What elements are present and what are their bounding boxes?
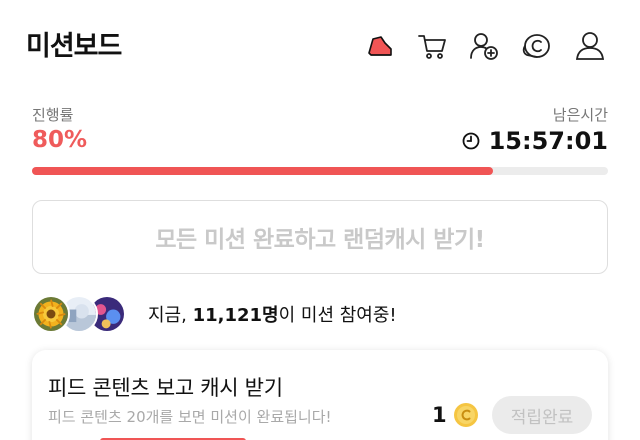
remaining-time-label: 남은시간 (552, 106, 608, 124)
coin-icon[interactable] (516, 26, 556, 66)
progress-bar (32, 167, 608, 175)
avatar (32, 295, 70, 333)
progress-value: 80% (32, 127, 88, 153)
clock-icon (462, 132, 480, 150)
participants-row: 지금, 11,121명이 미션 참여중! (32, 294, 397, 334)
reward-amount: 1 (432, 403, 447, 427)
participants-count: 11,121명 (192, 305, 279, 326)
page-title: 미션보드 (26, 31, 122, 62)
participant-avatars (32, 295, 128, 333)
remaining-time-value: 15:57:01 (488, 127, 608, 155)
mission-description: 피드 콘텐츠 20개를 보면 미션이 완료됩니다! (48, 408, 332, 426)
participants-prefix: 지금, (148, 305, 193, 326)
participants-text: 지금, 11,121명이 미션 참여중! (148, 301, 397, 327)
mission-title: 피드 콘텐츠 보고 캐시 받기 (48, 376, 283, 400)
sneaker-icon[interactable] (360, 26, 400, 66)
mission-card[interactable]: 피드 콘텐츠 보고 캐시 받기 피드 콘텐츠 20개를 보면 미션이 완료됩니다… (32, 350, 608, 440)
claim-complete-button[interactable]: 적립완료 (492, 396, 592, 434)
cash-coin-icon (453, 402, 479, 428)
remaining-time: 15:57:01 (461, 127, 608, 155)
cart-icon[interactable] (412, 26, 452, 66)
mission-reward: 1 (432, 402, 479, 428)
participants-suffix: 이 미션 참여중! (278, 305, 397, 326)
profile-icon[interactable] (570, 26, 610, 66)
progress-label: 진행률 (32, 106, 74, 124)
random-cash-button[interactable]: 모든 미션 완료하고 랜덤캐시 받기! (32, 200, 608, 274)
add-user-icon[interactable] (464, 26, 504, 66)
progress-bar-fill (32, 167, 493, 175)
header: 미션보드 (0, 0, 640, 90)
